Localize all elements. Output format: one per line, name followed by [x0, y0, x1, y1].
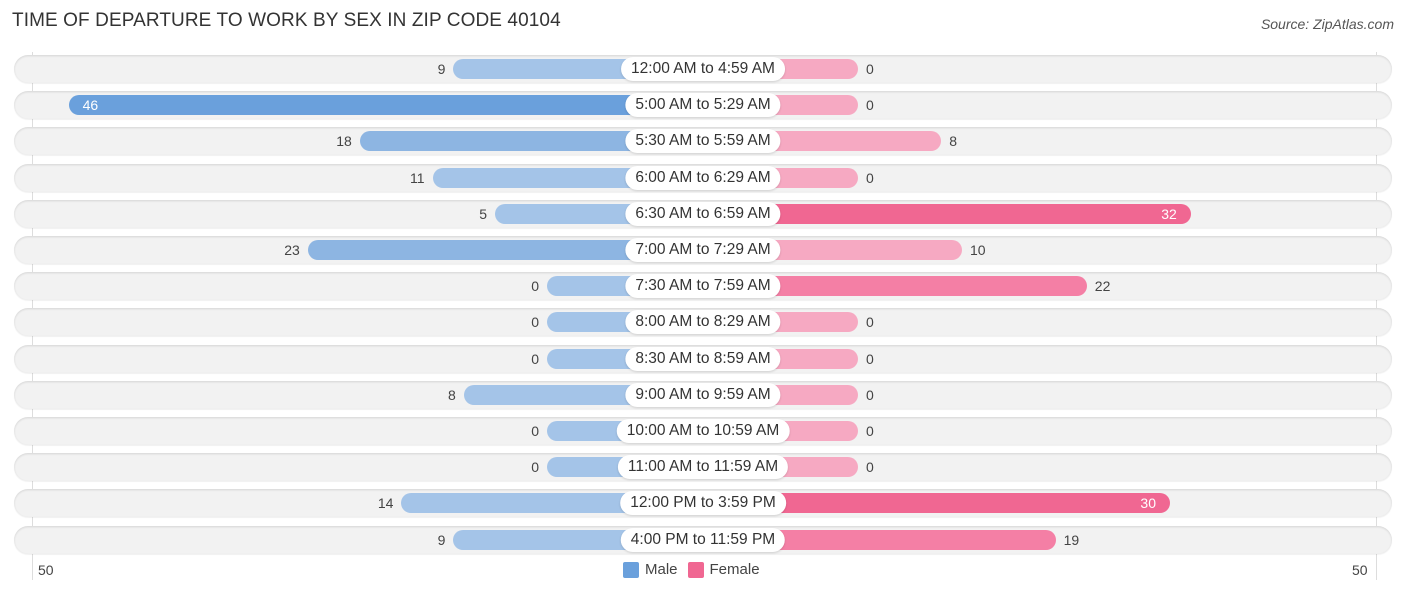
category-label: 5:30 AM to 5:59 AM [625, 129, 781, 154]
male-value: 5 [479, 205, 487, 222]
category-label: 6:30 AM to 6:59 AM [625, 201, 781, 226]
female-value: 19 [1063, 531, 1080, 548]
female-value: 0 [866, 459, 874, 476]
male-value: 18 [336, 133, 352, 150]
legend-male-label: Male [645, 561, 678, 578]
category-label: 4:00 PM to 11:59 PM [620, 527, 786, 552]
axis-tick-right: 50 [1352, 562, 1368, 578]
male-value: 0 [531, 350, 539, 367]
legend-male-swatch [623, 561, 639, 578]
female-value: 0 [866, 61, 874, 77]
female-value: 22 [1094, 278, 1111, 295]
male-value: 23 [284, 242, 300, 258]
male-value: 0 [531, 314, 539, 331]
male-value: 14 [377, 495, 394, 512]
female-value: 0 [866, 386, 874, 403]
female-value: 0 [866, 314, 874, 331]
female-value: 0 [866, 423, 874, 439]
category-label: 10:00 AM to 10:59 AM [616, 419, 790, 443]
category-label: 6:00 AM to 6:29 AM [625, 165, 781, 190]
female-value: 0 [866, 350, 874, 367]
legend-female-swatch [687, 561, 704, 578]
male-value: 0 [531, 423, 539, 439]
legend-female-label: Female [709, 561, 760, 578]
male-value: 9 [437, 531, 446, 548]
female-value: 32 [1161, 205, 1177, 222]
female-value: 10 [970, 242, 986, 258]
female-value: 0 [866, 169, 874, 186]
male-value: 0 [531, 459, 539, 476]
female-value: 30 [1140, 495, 1156, 512]
source-label: Source: ZipAtlas.com [1260, 16, 1394, 32]
category-label: 9:00 AM to 9:59 AM [625, 382, 781, 407]
male-value: 8 [448, 386, 456, 403]
category-label: 12:00 AM to 4:59 AM [621, 57, 785, 81]
category-label: 12:00 PM to 3:59 PM [620, 491, 786, 516]
chart-title: TIME OF DEPARTURE TO WORK BY SEX IN ZIP … [12, 10, 561, 31]
female-value: 0 [866, 97, 874, 114]
male-value: 0 [531, 278, 539, 295]
male-value: 11 [410, 169, 425, 186]
category-label: 11:00 AM to 11:59 AM [617, 455, 789, 480]
axis-tick-left: 50 [38, 562, 54, 578]
legend: Male Female [623, 561, 760, 578]
male-value: 46 [82, 97, 99, 114]
category-label: 7:00 AM to 7:29 AM [625, 238, 781, 262]
category-label: 7:30 AM to 7:59 AM [625, 274, 781, 299]
male-bar [68, 95, 703, 116]
male-value: 9 [437, 61, 446, 77]
category-label: 8:00 AM to 8:29 AM [625, 310, 781, 335]
female-value: 8 [949, 133, 957, 150]
category-label: 8:30 AM to 8:59 AM [625, 346, 781, 371]
category-label: 5:00 AM to 5:29 AM [625, 93, 781, 118]
chart-root: TIME OF DEPARTURE TO WORK BY SEX IN ZIP … [0, 0, 1406, 594]
